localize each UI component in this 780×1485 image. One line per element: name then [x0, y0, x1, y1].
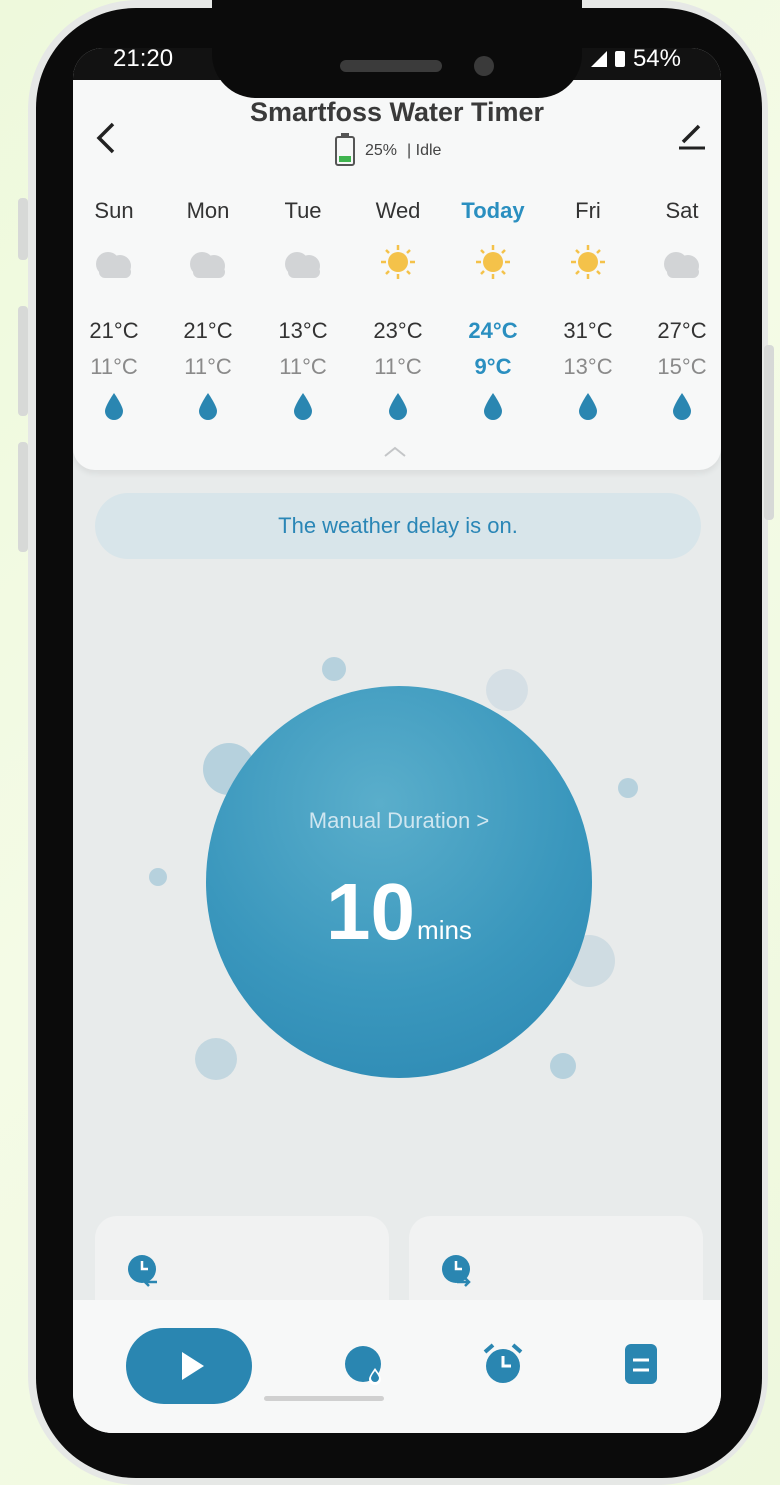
home-indicator[interactable]: [264, 1396, 384, 1401]
device-battery-level: 25%: [365, 142, 398, 159]
day-name: Sun: [94, 198, 134, 223]
temp-high: 21°C: [89, 318, 139, 343]
app-screen: 21:20 54% Smartfoss Water Timer 25% | Id…: [73, 48, 721, 1433]
sun-icon: [381, 245, 415, 279]
decor-bubble: [618, 778, 638, 798]
play-icon: [182, 1352, 204, 1380]
temp-high: 31°C: [563, 318, 613, 343]
sun-icon: [571, 245, 605, 279]
sun-icon: [476, 245, 510, 279]
device-battery-icon: [335, 133, 355, 166]
water-usage-icon[interactable]: [343, 1342, 387, 1386]
temp-high: 24°C: [468, 318, 518, 343]
cloud-icon: [285, 252, 320, 278]
device-state: | Idle: [407, 142, 442, 159]
temp-low: 11°C: [374, 354, 422, 379]
decor-bubble: [195, 1038, 237, 1080]
cloud-icon: [190, 252, 225, 278]
phone-notch: [212, 0, 582, 98]
speaker-grille: [340, 60, 442, 72]
temp-low: 9°C: [474, 354, 512, 379]
temp-low: 13°C: [563, 354, 613, 379]
battery-icon: [614, 51, 625, 67]
play-button[interactable]: [126, 1328, 252, 1404]
weather-forecast: Sun 21°C 11°C Mon 21°C 11°C Tue 13°C 11°…: [73, 178, 721, 470]
water-drop-icon: [105, 393, 123, 420]
phone-power-button: [764, 345, 774, 520]
temp-high: 27°C: [657, 318, 707, 343]
phone-side-button: [18, 198, 28, 260]
signal-icon: [590, 51, 607, 67]
day-name: Today: [461, 198, 525, 223]
edit-icon[interactable]: [677, 120, 707, 155]
manual-duration-value: 10mins: [206, 866, 592, 958]
temp-low: 15°C: [657, 354, 707, 379]
water-drop-icon: [673, 393, 691, 420]
temp-high: 21°C: [183, 318, 233, 343]
decor-bubble: [486, 669, 528, 711]
water-drop-icon: [294, 393, 312, 420]
manual-duration-dial[interactable]: Manual Duration > 10mins: [206, 686, 592, 1078]
temp-low: 11°C: [90, 354, 138, 379]
manual-duration-link[interactable]: Manual Duration >: [206, 808, 592, 834]
water-drop-icon: [389, 393, 407, 420]
day-name: Tue: [284, 198, 322, 223]
weather-delay-banner: The weather delay is on.: [95, 493, 701, 559]
bottom-nav: [73, 1300, 721, 1433]
day-name: Fri: [575, 198, 601, 223]
phone-volume-up: [18, 306, 28, 416]
phone-volume-down: [18, 442, 28, 552]
page-title: Smartfoss Water Timer: [249, 97, 545, 127]
water-drop-icon: [199, 393, 217, 420]
collapse-chevron-icon[interactable]: [383, 446, 407, 458]
clock-out-icon: [442, 1255, 471, 1287]
day-name: Mon: [186, 198, 230, 223]
duration-unit: mins: [417, 915, 472, 945]
cloud-icon: [96, 252, 131, 278]
log-icon[interactable]: [623, 1342, 659, 1386]
decor-bubble: [149, 868, 167, 886]
water-drop-icon: [579, 393, 597, 420]
temp-high: 13°C: [278, 318, 328, 343]
status-right: 54%: [590, 48, 681, 73]
alarm-clock-icon[interactable]: [481, 1342, 525, 1386]
front-camera: [474, 56, 494, 76]
cloud-icon: [664, 252, 699, 278]
temp-low: 11°C: [279, 354, 327, 379]
day-name: Wed: [375, 198, 421, 223]
status-battery: 54%: [632, 48, 681, 72]
water-drop-icon: [484, 393, 502, 420]
decor-bubble: [322, 657, 346, 681]
temp-low: 11°C: [184, 354, 232, 379]
clock-in-icon: [128, 1255, 157, 1287]
decor-bubble: [550, 1053, 576, 1079]
duration-number: 10: [326, 867, 416, 956]
day-name: Sat: [665, 198, 699, 223]
status-time: 21:20: [113, 48, 174, 72]
temp-high: 23°C: [373, 318, 423, 343]
device-status: 25% | Idle: [335, 133, 442, 166]
